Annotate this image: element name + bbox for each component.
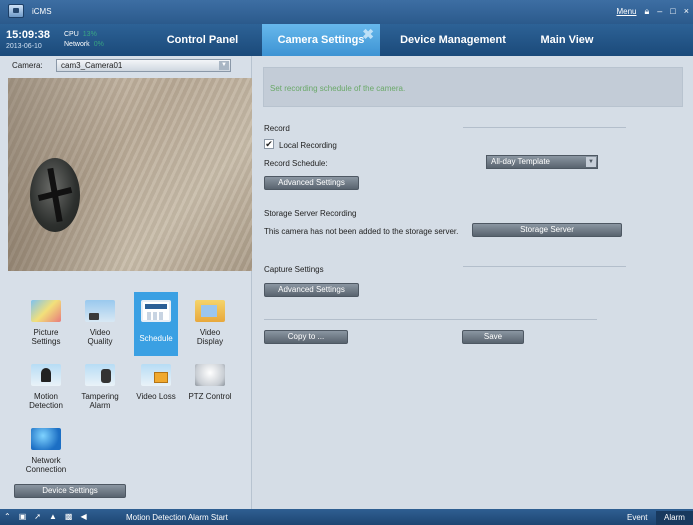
- camera-preview: [8, 78, 252, 271]
- clock-date: 2013-06-10: [6, 43, 42, 50]
- tampering-alarm-icon: [85, 364, 115, 386]
- status-bar: ⌃ ▣ ➚ ▲ ▩ ◀ Motion Detection Alarm Start…: [0, 509, 693, 525]
- tile-ptz-control[interactable]: PTZ Control: [188, 356, 232, 420]
- clock-time: 15:09:38: [6, 29, 51, 41]
- preview-screw-image: [30, 158, 80, 232]
- tab-main-view[interactable]: Main View: [522, 24, 612, 56]
- dropdown-icon: ▼: [586, 157, 596, 167]
- info-text: Set recording schedule of the camera.: [270, 84, 406, 93]
- tab-control-panel[interactable]: Control Panel: [145, 24, 260, 56]
- close-icon[interactable]: ×: [684, 6, 689, 16]
- app-title: iCMS: [32, 7, 52, 16]
- schedule-icon: [141, 300, 171, 322]
- camera-select[interactable]: cam3_Camera01 ▼: [56, 59, 231, 72]
- record-section-title: Record: [264, 124, 290, 133]
- capture-advanced-settings-button[interactable]: Advanced Settings: [264, 283, 359, 297]
- video-loss-icon: [141, 364, 171, 386]
- device-settings-button[interactable]: Device Settings: [14, 484, 126, 498]
- minimize-icon[interactable]: –: [657, 6, 662, 16]
- footer-divider: [264, 319, 597, 320]
- monitor-icon[interactable]: ▣: [19, 512, 27, 521]
- video-display-icon: [195, 300, 225, 322]
- status-icons: ⌃ ▣ ➚ ▲ ▩ ◀: [4, 512, 87, 521]
- tile-tampering-alarm[interactable]: Tampering Alarm: [78, 356, 122, 420]
- window-controls: Menu 🔒︎ – □ ×: [616, 6, 689, 16]
- tab-camera-settings[interactable]: Camera Settings ✖: [262, 24, 380, 56]
- tile-picture-settings[interactable]: Picture Settings: [24, 292, 68, 356]
- record-advanced-settings-button[interactable]: Advanced Settings: [264, 176, 359, 190]
- settings-content: Set recording schedule of the camera. Re…: [253, 56, 693, 509]
- collapse-icon[interactable]: ⌃: [4, 512, 11, 521]
- speaker-icon[interactable]: ◀: [80, 512, 86, 521]
- local-recording-label: Local Recording: [279, 141, 337, 150]
- local-recording-checkbox[interactable]: ✔: [264, 139, 274, 149]
- tile-video-quality[interactable]: Video Quality: [78, 292, 122, 356]
- alarm-message: Motion Detection Alarm Start: [126, 513, 228, 522]
- window-icon[interactable]: ▩: [65, 512, 73, 521]
- alarm-tab[interactable]: Alarm: [656, 511, 693, 525]
- lock-icon[interactable]: 🔒︎: [644, 6, 649, 16]
- app-logo-icon: [8, 4, 24, 18]
- menu-button[interactable]: Menu: [616, 7, 636, 16]
- tab-camera-settings-label: Camera Settings: [277, 34, 365, 46]
- capture-section-title: Capture Settings: [264, 265, 324, 274]
- network-value: 0%: [93, 41, 104, 48]
- restore-icon[interactable]: □: [670, 6, 675, 16]
- tile-network-connection[interactable]: Network Connection: [20, 420, 72, 484]
- pin-icon[interactable]: ➚: [34, 512, 41, 521]
- ptz-control-icon: [195, 364, 225, 386]
- cpu-value: 13%: [82, 31, 97, 38]
- tab-close-icon[interactable]: ✖: [362, 18, 374, 50]
- picture-settings-icon: [31, 300, 61, 322]
- storage-server-button[interactable]: Storage Server: [472, 223, 622, 237]
- tile-schedule[interactable]: Schedule: [134, 292, 178, 356]
- record-divider: [463, 127, 626, 128]
- info-box: Set recording schedule of the camera.: [263, 67, 683, 107]
- record-schedule-label: Record Schedule:: [264, 159, 328, 168]
- motion-detection-icon: [31, 364, 61, 386]
- title-bar: iCMS Menu 🔒︎ – □ ×: [0, 0, 693, 24]
- warning-icon[interactable]: ▲: [49, 512, 57, 521]
- record-schedule-select[interactable]: All-day Template ▼: [486, 155, 598, 169]
- chevron-down-icon: ▼: [219, 61, 229, 70]
- capture-divider: [463, 266, 626, 267]
- record-schedule-value: All-day Template: [491, 157, 550, 166]
- cpu-stat: CPU 13%: [64, 31, 97, 38]
- tile-motion-detection[interactable]: Motion Detection: [24, 356, 68, 420]
- left-panel: Camera: cam3_Camera01 ▼ Picture Settings…: [0, 56, 252, 509]
- storage-status-text: This camera has not been added to the st…: [264, 227, 459, 236]
- copy-to-button[interactable]: Copy to ...: [264, 330, 348, 344]
- network-connection-icon: [31, 428, 61, 450]
- storage-section-title: Storage Server Recording: [264, 209, 357, 218]
- event-tab[interactable]: Event: [627, 513, 647, 522]
- video-quality-icon: [85, 300, 115, 322]
- tab-device-management[interactable]: Device Management: [388, 24, 518, 56]
- save-button[interactable]: Save: [462, 330, 524, 344]
- network-stat: Network 0%: [64, 41, 104, 48]
- camera-label: Camera:: [12, 61, 43, 70]
- tile-video-display[interactable]: Video Display: [188, 292, 232, 356]
- camera-select-value: cam3_Camera01: [61, 61, 123, 70]
- tile-video-loss[interactable]: Video Loss: [134, 356, 178, 420]
- nav-bar: 15:09:38 2013-06-10 CPU 13% Network 0% Con…: [0, 24, 693, 56]
